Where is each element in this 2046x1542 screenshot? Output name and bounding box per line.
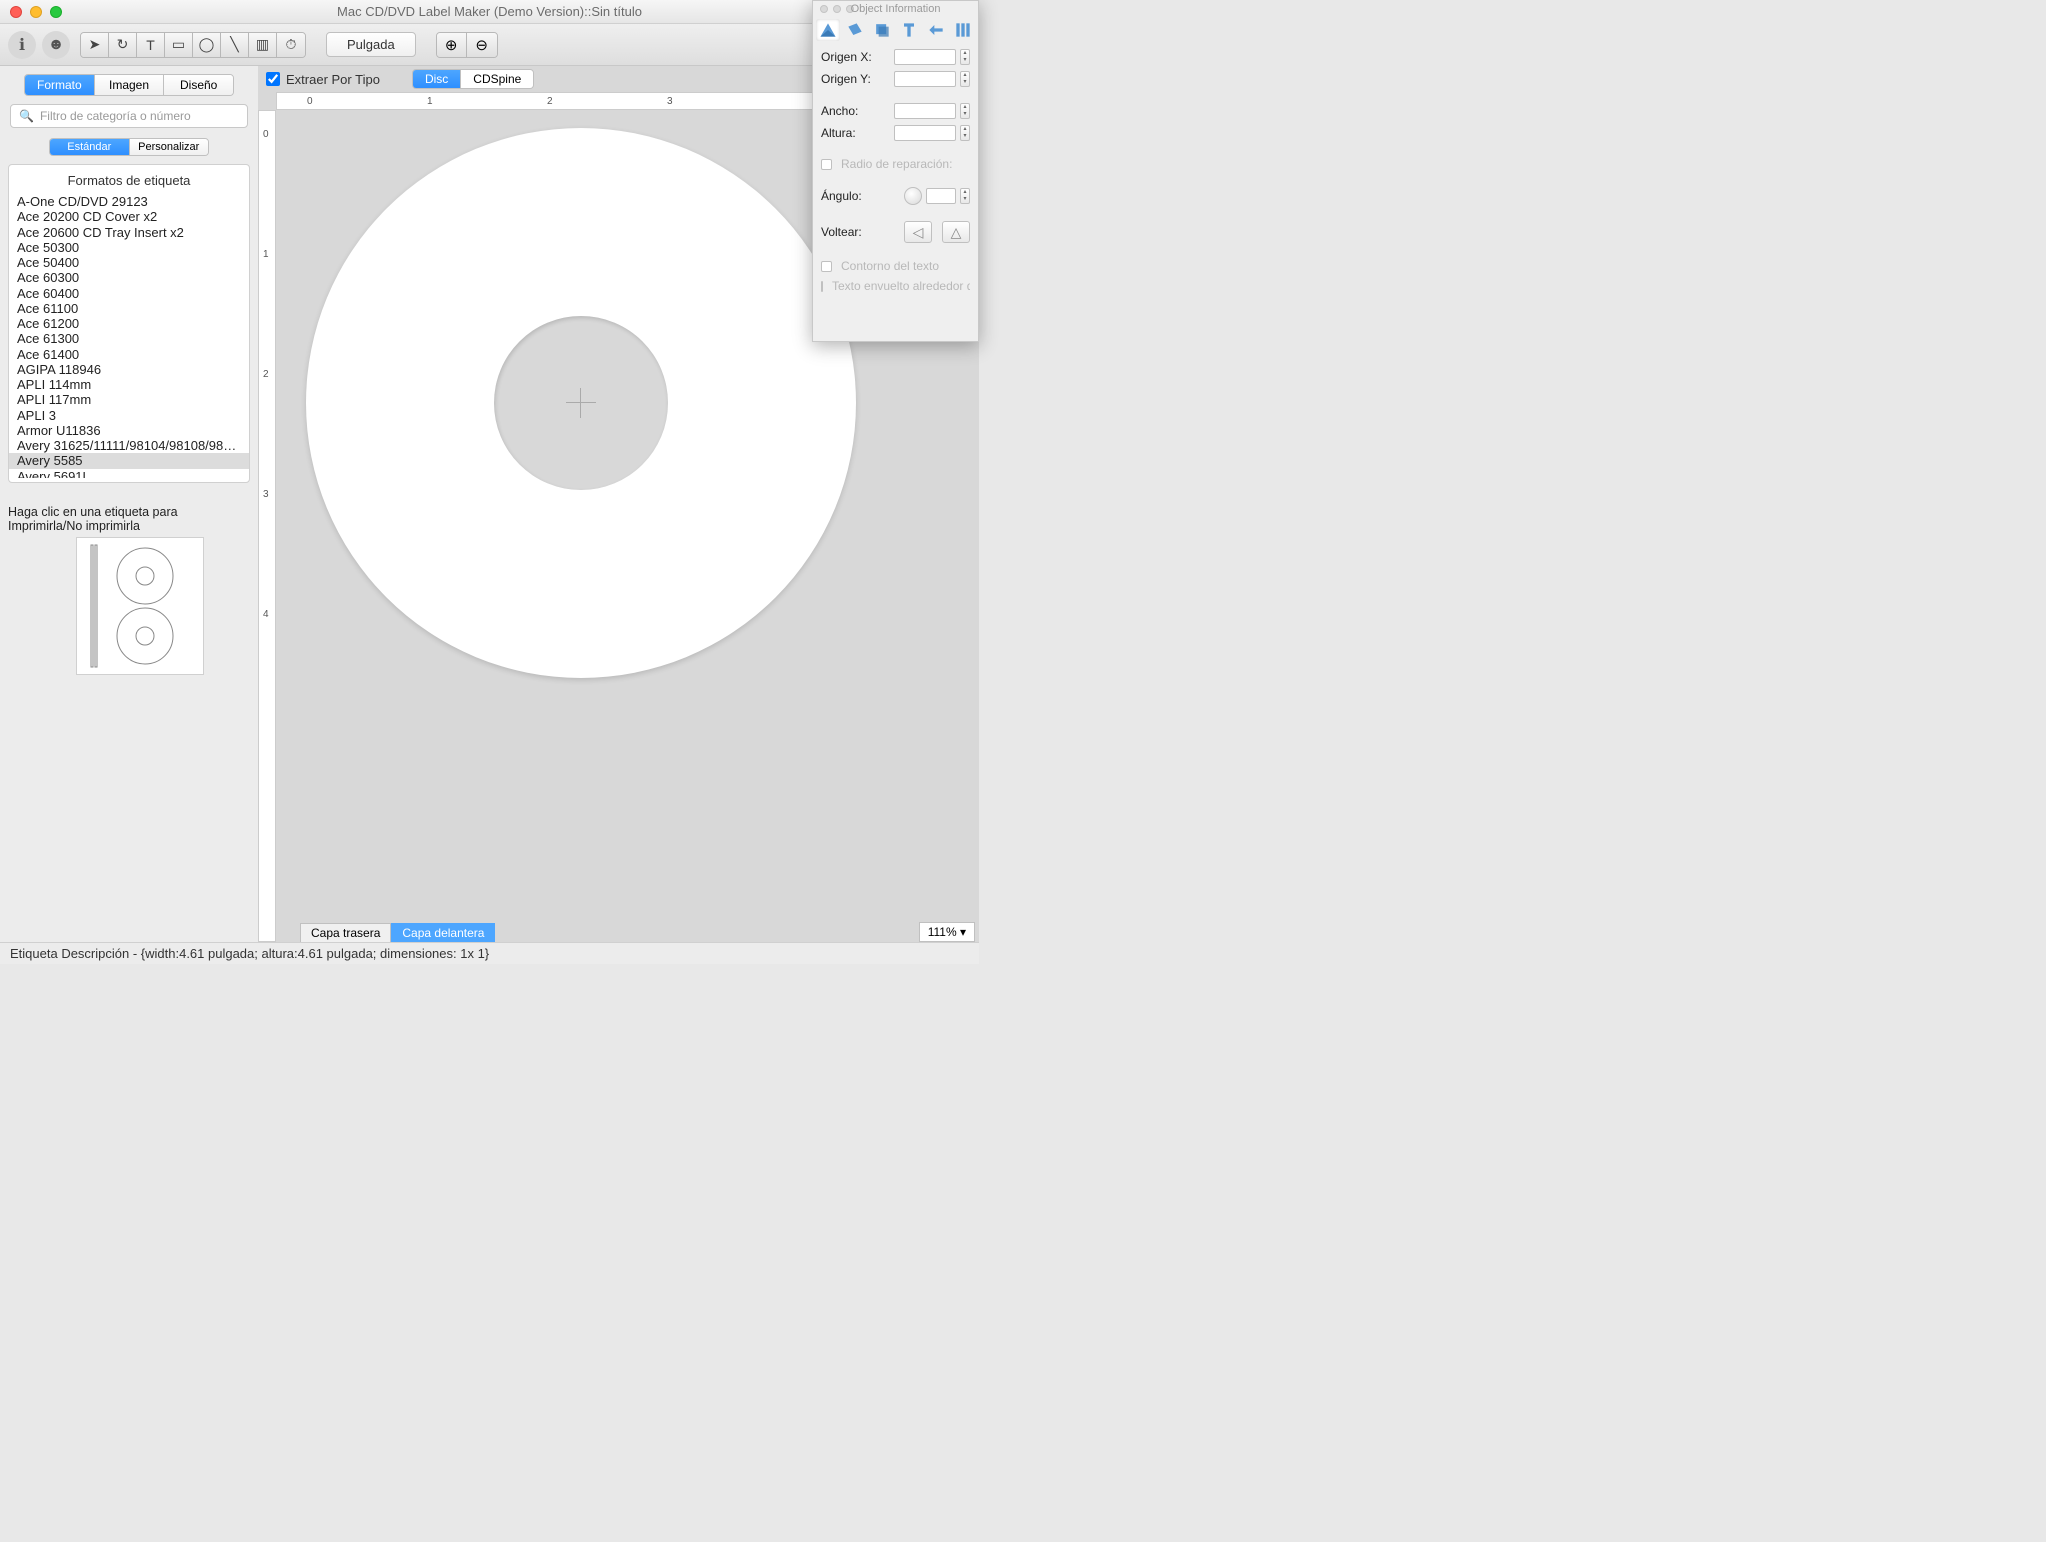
origin-x-field[interactable] xyxy=(894,49,956,65)
label-width: Ancho: xyxy=(821,104,890,118)
text-outline-checkbox[interactable] xyxy=(821,261,832,272)
origin-y-field[interactable] xyxy=(894,71,956,87)
label-origin-y: Origen Y: xyxy=(821,72,890,86)
barcode-tool[interactable]: ▥ xyxy=(249,33,277,57)
list-item[interactable]: A-One CD/DVD 29123 xyxy=(9,194,249,209)
panel-minimize-button[interactable] xyxy=(833,5,841,13)
mask-icon[interactable]: ☻ xyxy=(42,31,70,59)
zoom-level-dropdown[interactable]: 111% ▾ xyxy=(919,922,975,942)
tab-formato[interactable]: Formato xyxy=(25,75,95,95)
zoom-out-button[interactable]: ⊖ xyxy=(467,33,497,57)
minimize-window-button[interactable] xyxy=(30,6,42,18)
extract-by-type-checkbox[interactable]: Extraer Por Tipo xyxy=(266,72,380,87)
format-list[interactable]: A-One CD/DVD 29123Ace 20200 CD Cover x2A… xyxy=(9,194,249,478)
list-item[interactable]: AGIPA 118946 xyxy=(9,362,249,377)
search-input[interactable]: 🔍 Filtro de categoría o número xyxy=(10,104,248,128)
label-sheet-preview[interactable] xyxy=(76,537,204,675)
sidebar: Formato Imagen Diseño 🔍 Filtro de catego… xyxy=(0,66,258,942)
search-placeholder: Filtro de categoría o número xyxy=(40,109,191,123)
list-header: Formatos de etiqueta xyxy=(9,169,249,194)
label-angle: Ángulo: xyxy=(821,189,896,203)
disc-hole xyxy=(494,316,668,490)
preview-hint: Haga clic en una etiqueta para Imprimirl… xyxy=(8,505,250,533)
radius-checkbox[interactable] xyxy=(821,159,832,170)
list-item[interactable]: Ace 60300 xyxy=(9,270,249,285)
list-item[interactable]: APLI 3 xyxy=(9,408,249,423)
list-item[interactable]: Ace 61400 xyxy=(9,347,249,362)
search-icon: 🔍 xyxy=(19,109,34,123)
panel-zoom-button[interactable] xyxy=(846,5,854,13)
label-outline: Contorno del texto xyxy=(841,259,939,273)
ruler-vertical: 01234 xyxy=(258,110,276,942)
inspector-tab-arrange-icon[interactable] xyxy=(924,19,948,41)
rotate-tool[interactable]: ↻ xyxy=(109,33,137,57)
list-item[interactable]: Ace 60400 xyxy=(9,286,249,301)
inspector-tab-layers-icon[interactable] xyxy=(951,19,975,41)
list-item[interactable]: Avery 31625/11111/98104/98108/98110 STC xyxy=(9,438,249,453)
tab-imagen[interactable]: Imagen xyxy=(95,75,165,95)
subtab-personalizar[interactable]: Personalizar xyxy=(130,139,209,155)
list-item[interactable]: Avery 5691L xyxy=(9,469,249,479)
center-marker-icon xyxy=(566,388,596,418)
info-icon[interactable]: ℹ xyxy=(8,31,36,59)
list-item[interactable]: Ace 61100 xyxy=(9,301,249,316)
label-origin-x: Origen X: xyxy=(821,50,890,64)
list-item[interactable]: APLI 114mm xyxy=(9,377,249,392)
list-item[interactable]: Ace 20200 CD Cover x2 xyxy=(9,209,249,224)
flip-vertical-button[interactable]: △ xyxy=(942,221,970,243)
label-height: Altura: xyxy=(821,126,890,140)
tab-diseno[interactable]: Diseño xyxy=(164,75,233,95)
text-tool[interactable]: T xyxy=(137,33,165,57)
pointer-tool[interactable]: ➤ xyxy=(81,33,109,57)
zoom-in-button[interactable]: ⊕ xyxy=(437,33,467,57)
label-flip: Voltear: xyxy=(821,225,894,239)
width-stepper[interactable]: ▴▾ xyxy=(960,103,970,119)
list-item[interactable]: APLI 117mm xyxy=(9,392,249,407)
label-radius: Radio de reparación: xyxy=(841,157,970,171)
height-stepper[interactable]: ▴▾ xyxy=(960,125,970,141)
origin-x-stepper[interactable]: ▴▾ xyxy=(960,49,970,65)
list-item[interactable]: Ace 61200 xyxy=(9,316,249,331)
inspector-tab-text-icon[interactable] xyxy=(897,19,921,41)
line-tool[interactable]: ╲ xyxy=(221,33,249,57)
unit-dropdown[interactable]: Pulgada xyxy=(326,32,416,57)
subtab-estandar[interactable]: Estándar xyxy=(50,139,130,155)
tab-disc[interactable]: Disc xyxy=(413,70,461,88)
inspector-tab-fill-icon[interactable] xyxy=(843,19,867,41)
tab-front-layer[interactable]: Capa delantera xyxy=(391,923,495,942)
disc-label[interactable] xyxy=(306,128,856,678)
tab-cdspine[interactable]: CDSpine xyxy=(461,70,533,88)
zoom-window-button[interactable] xyxy=(50,6,62,18)
width-field[interactable] xyxy=(894,103,956,119)
sidebar-tabs: Formato Imagen Diseño xyxy=(24,74,234,96)
angle-stepper[interactable]: ▴▾ xyxy=(960,188,970,204)
status-bar: Etiqueta Descripción - {width:4.61 pulga… xyxy=(0,942,979,964)
angle-field[interactable] xyxy=(926,188,956,204)
tab-back-layer[interactable]: Capa trasera xyxy=(300,923,391,942)
extract-label: Extraer Por Tipo xyxy=(286,72,380,87)
angle-knob[interactable] xyxy=(904,187,922,205)
object-information-panel: Object Information Origen X:▴▾ Origen Y:… xyxy=(812,0,979,342)
rect-tool[interactable]: ▭ xyxy=(165,33,193,57)
list-item[interactable]: Ace 20600 CD Tray Insert x2 xyxy=(9,225,249,240)
text-wrap-checkbox[interactable] xyxy=(821,281,823,292)
list-item[interactable]: Ace 50300 xyxy=(9,240,249,255)
list-item[interactable]: Avery 5585 xyxy=(9,453,249,468)
sidebar-subtabs: Estándar Personalizar xyxy=(49,138,209,156)
ellipse-tool[interactable]: ◯ xyxy=(193,33,221,57)
origin-y-stepper[interactable]: ▴▾ xyxy=(960,71,970,87)
list-item[interactable]: Ace 61300 xyxy=(9,331,249,346)
label-wrap: Texto envuelto alrededor de la eti xyxy=(832,279,970,293)
height-field[interactable] xyxy=(894,125,956,141)
inspector-tab-geometry-icon[interactable] xyxy=(816,19,840,41)
inspector-tab-shadow-icon[interactable] xyxy=(870,19,894,41)
panel-close-button[interactable] xyxy=(820,5,828,13)
list-item[interactable]: Ace 50400 xyxy=(9,255,249,270)
clock-tool[interactable]: ⏱ xyxy=(277,33,305,57)
close-window-button[interactable] xyxy=(10,6,22,18)
flip-horizontal-button[interactable]: ◁ xyxy=(904,221,932,243)
list-item[interactable]: Armor U11836 xyxy=(9,423,249,438)
